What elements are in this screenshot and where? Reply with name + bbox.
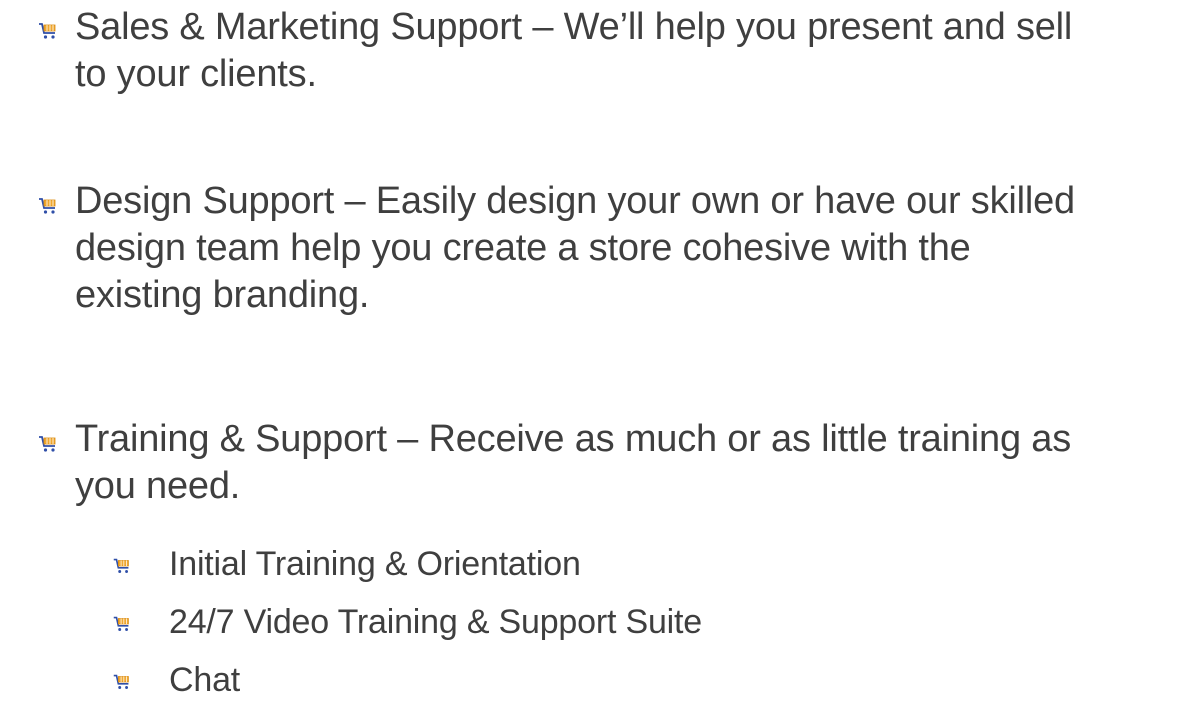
bullet-text: Training & Support – Receive as much or … — [75, 416, 1071, 510]
shopping-cart-icon — [111, 555, 133, 577]
bullet-text: Design Support – Easily design your own … — [75, 178, 1075, 319]
shopping-cart-icon — [111, 613, 133, 635]
bullet-line: to your clients. — [75, 53, 317, 95]
bullet-line: you need. — [75, 465, 241, 507]
bullet-line: existing branding. — [75, 274, 370, 316]
bullet-text: Sales & Marketing Support – We’ll help y… — [75, 4, 1072, 98]
sub-bullet-text: Chat — [169, 661, 241, 699]
bullet-line: Sales & Marketing Support – We’ll help y… — [75, 6, 1073, 48]
shopping-cart-icon — [36, 432, 60, 456]
bullet-line: Training & Support – Receive as much or … — [75, 418, 1071, 460]
sub-bullet-text: 24/7 Video Training & Support Suite — [169, 603, 702, 641]
shopping-cart-icon — [111, 671, 133, 693]
shopping-cart-icon — [36, 194, 60, 218]
bullet-line: design team help you create a store cohe… — [75, 227, 971, 269]
sub-bullet-text: Initial Training & Orientation — [169, 545, 581, 583]
slide: Sales & Marketing Support – We’ll help y… — [0, 0, 1200, 717]
bullet-line: Design Support – Easily design your own … — [75, 180, 1075, 222]
shopping-cart-icon — [36, 19, 60, 43]
